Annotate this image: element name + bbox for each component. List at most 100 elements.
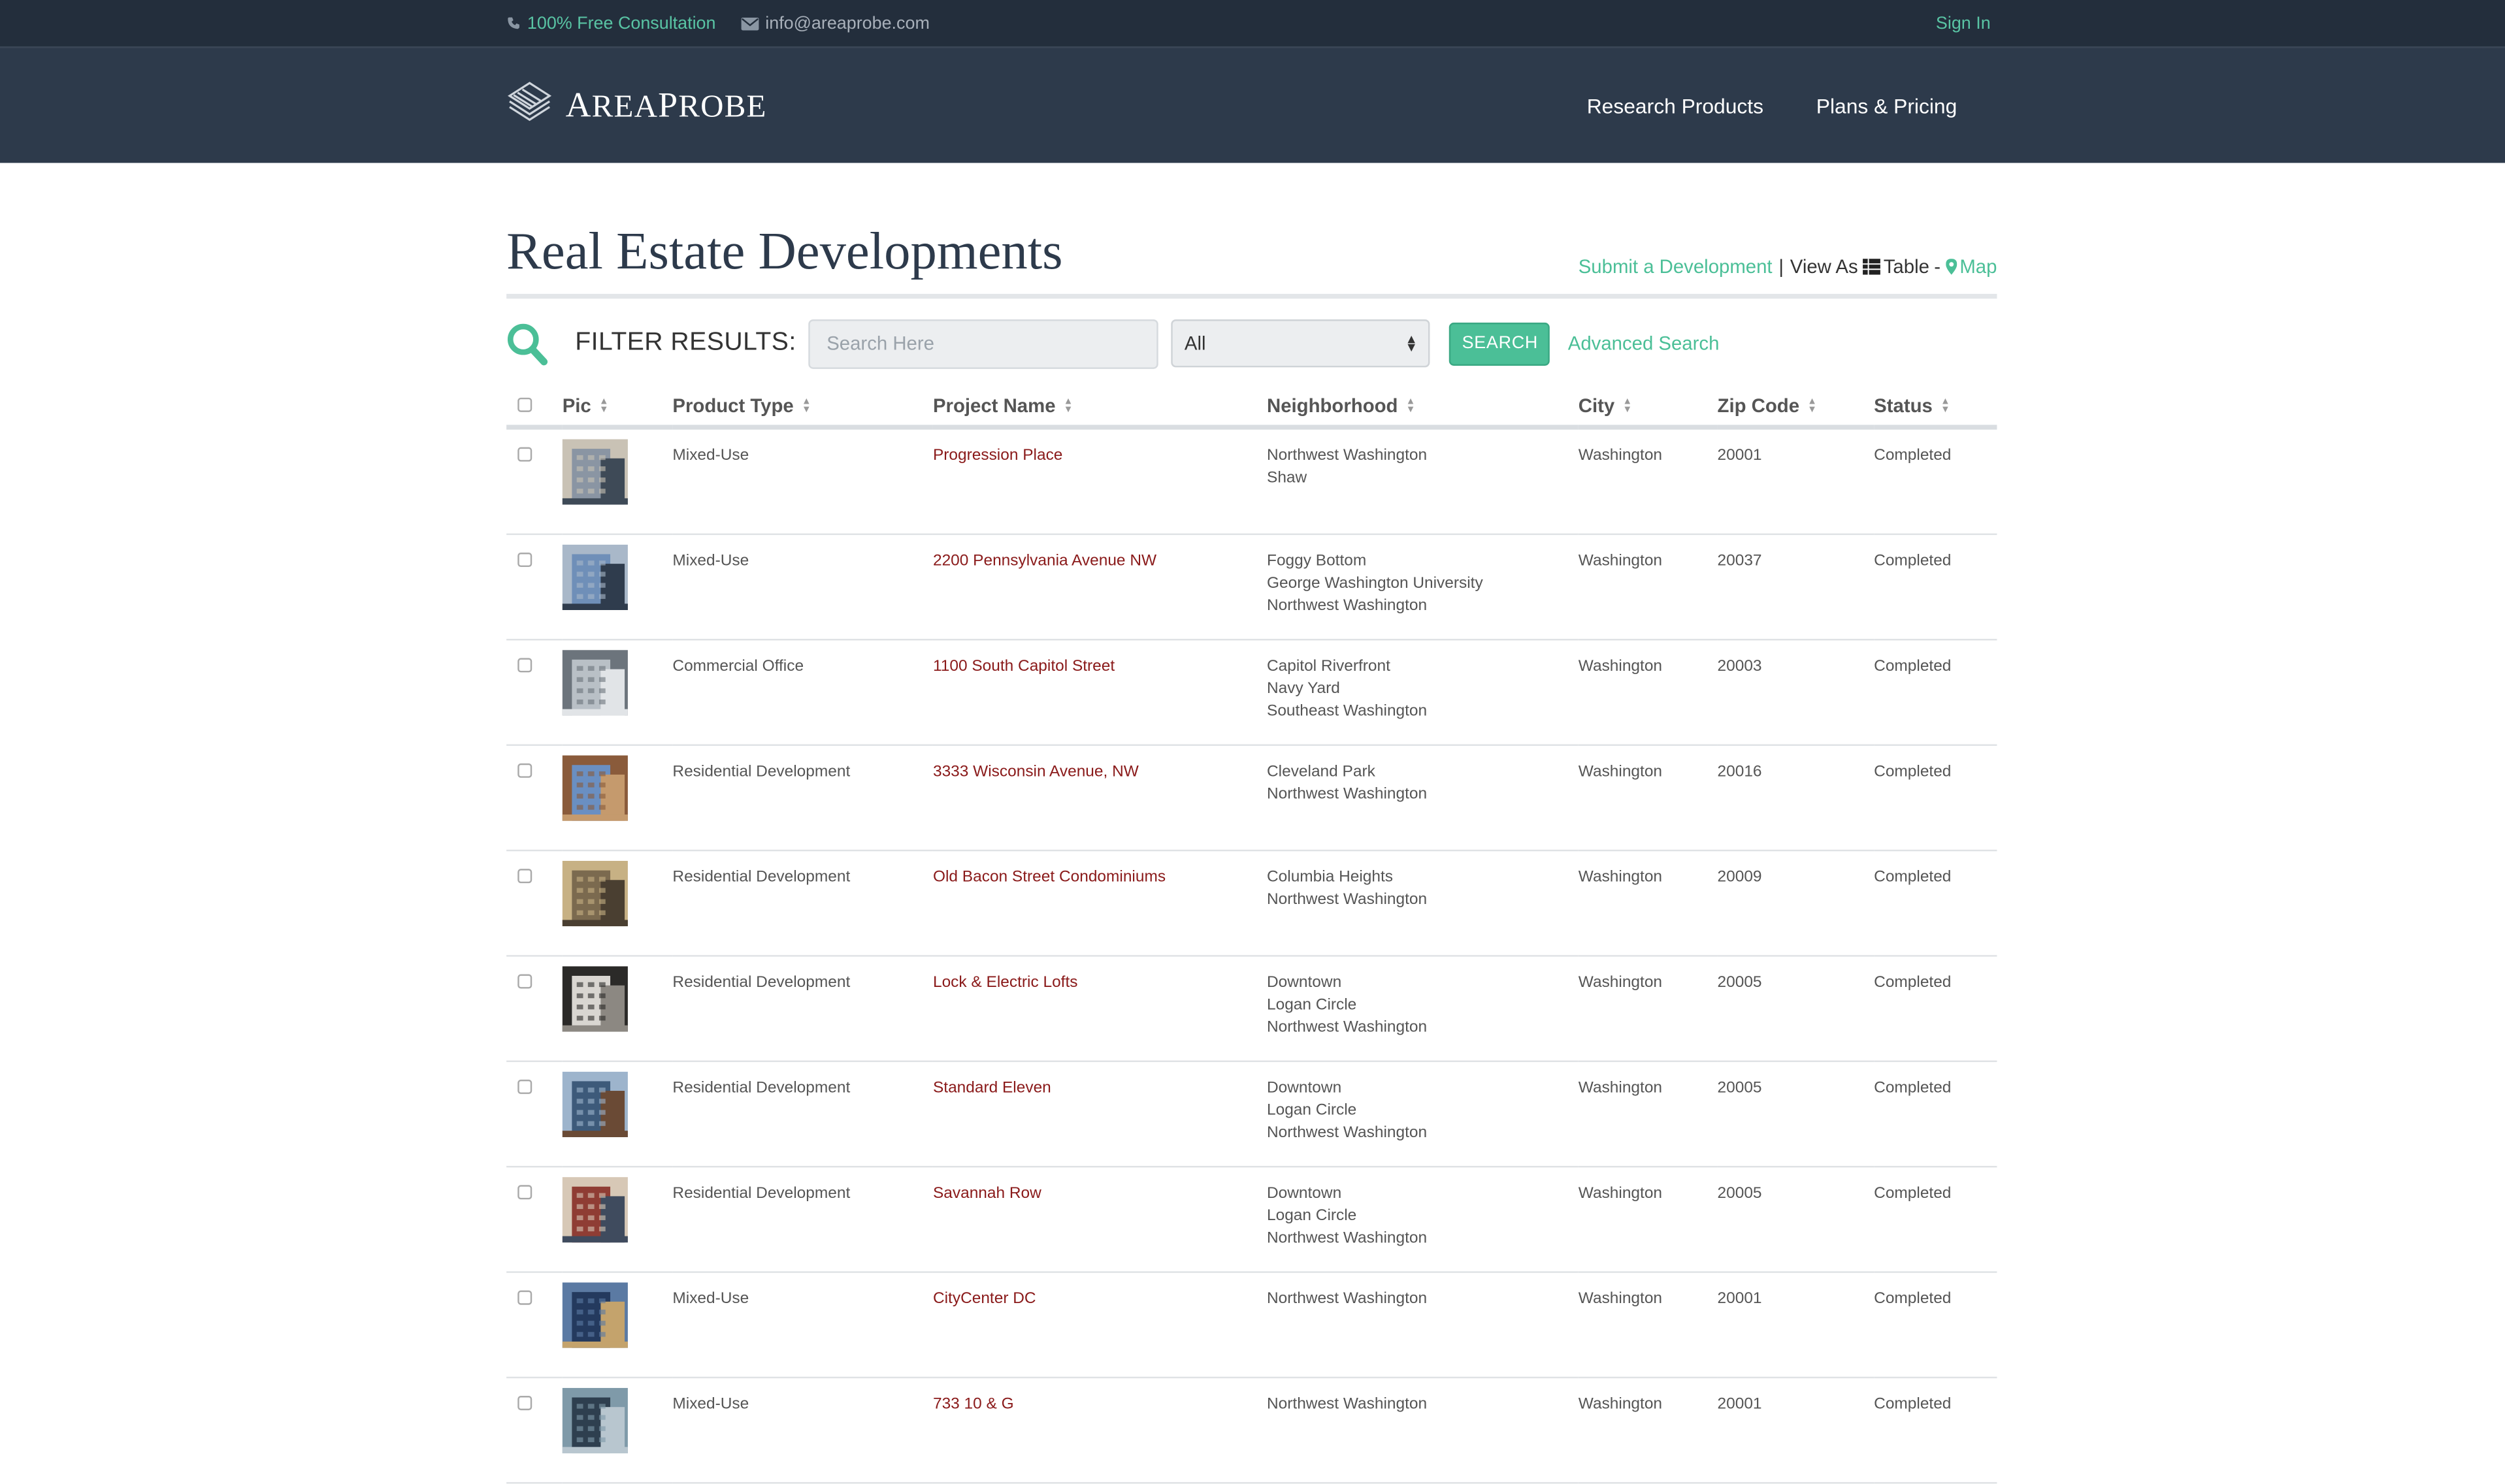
project-name-link[interactable]: 3333 Wisconsin Avenue, NW: [933, 764, 1139, 781]
view-map-option[interactable]: Map: [1945, 255, 1997, 278]
row-select-cell: [506, 639, 563, 746]
neighborhood-line: Northwest Washington: [1267, 891, 1428, 909]
product-type-cell: Commercial Office: [672, 639, 933, 746]
status-cell: Completed: [1874, 850, 1997, 957]
map-marker-icon: [1945, 259, 1957, 275]
sign-in-link[interactable]: Sign In: [1936, 14, 1997, 33]
phone-icon: [506, 16, 521, 30]
development-thumbnail[interactable]: [562, 1282, 628, 1348]
status-cell: Completed: [1874, 1377, 1997, 1484]
row-checkbox[interactable]: [517, 1290, 532, 1305]
category-select[interactable]: All ▲ ▼: [1171, 319, 1431, 368]
row-checkbox[interactable]: [517, 553, 532, 568]
sort-icon: ▲ ▼: [1940, 397, 1950, 415]
email-link[interactable]: info@areaprobe.com: [741, 13, 930, 33]
header-product-type[interactable]: Product Type ▲ ▼: [672, 386, 933, 430]
zip-code-cell: 20001: [1717, 1377, 1875, 1484]
project-name-link[interactable]: Progression Place: [933, 447, 1062, 465]
header-project-name[interactable]: Project Name ▲ ▼: [932, 386, 1268, 430]
table-row[interactable]: Mixed-Use 2200 Pennsylvania Avenue NW Fo…: [506, 534, 1997, 641]
table-row[interactable]: Mixed-Use CityCenter DC Northwest Washin…: [506, 1272, 1997, 1379]
advanced-search-link[interactable]: Advanced Search: [1568, 332, 1720, 355]
project-name-link[interactable]: Savannah Row: [933, 1185, 1041, 1202]
row-checkbox[interactable]: [517, 447, 532, 462]
consultation-link[interactable]: 100% Free Consultation: [506, 14, 715, 33]
sort-icon: ▲ ▼: [1622, 397, 1633, 415]
nav-plans-pricing[interactable]: Plans & Pricing: [1816, 93, 1957, 118]
row-select-cell: [506, 1272, 563, 1379]
table-row[interactable]: Residential Development 3333 Wisconsin A…: [506, 745, 1997, 852]
neighborhood-line: Downtown: [1267, 974, 1342, 992]
table-row[interactable]: Mixed-Use 733 10 & G Northwest Washingto…: [506, 1377, 1997, 1484]
zip-code-cell: 20005: [1717, 1167, 1875, 1273]
table-row[interactable]: Residential Development Old Bacon Street…: [506, 850, 1997, 957]
main-nav: Research Products Plans & Pricing: [1587, 93, 1957, 118]
row-select-cell: [506, 1167, 563, 1273]
status-cell: Completed: [1874, 427, 1997, 536]
project-name-link[interactable]: 733 10 & G: [933, 1396, 1014, 1413]
project-name-link[interactable]: Lock & Electric Lofts: [933, 975, 1078, 992]
project-name-link[interactable]: Old Bacon Street Condominiums: [933, 869, 1166, 886]
project-name-link[interactable]: Standard Eleven: [933, 1080, 1051, 1097]
neighborhood-line: Northwest Washington: [1267, 597, 1428, 615]
row-checkbox[interactable]: [517, 974, 532, 989]
development-thumbnail[interactable]: [562, 1387, 628, 1454]
neighborhood-cell: Northwest Washington Shaw: [1267, 427, 1579, 536]
select-all-checkbox[interactable]: [517, 397, 532, 412]
neighborhood-line: George Washington University: [1267, 575, 1483, 593]
filter-row: FILTER RESULTS: Search Here All ▲ ▼ SEARC…: [506, 316, 1997, 370]
thumbnail-cell: [562, 956, 673, 1063]
developments-table: Pic ▲ ▼ Product Type ▲ ▼ Project Name ▲ ▼ Neig…: [506, 386, 1997, 1484]
thumbnail-cell: [562, 534, 673, 641]
search-input[interactable]: Search Here: [809, 318, 1159, 368]
submit-development-link[interactable]: Submit a Development: [1579, 255, 1773, 278]
sort-icon: ▲ ▼: [1807, 397, 1817, 415]
table-row[interactable]: Commercial Office 1100 South Capitol Str…: [506, 639, 1997, 746]
development-thumbnail[interactable]: [562, 1071, 628, 1137]
table-row[interactable]: Residential Development Savannah Row Dow…: [506, 1167, 1997, 1273]
map-label: Map: [1959, 255, 1997, 278]
header-city[interactable]: City ▲ ▼: [1578, 386, 1718, 430]
development-thumbnail[interactable]: [562, 1177, 628, 1243]
neighborhood-line: Logan Circle: [1267, 996, 1357, 1014]
table-row[interactable]: Residential Development Lock & Electric …: [506, 956, 1997, 1063]
header-neighborhood[interactable]: Neighborhood ▲ ▼: [1267, 386, 1579, 430]
development-thumbnail[interactable]: [562, 860, 628, 927]
search-placeholder: Search Here: [827, 332, 934, 355]
row-checkbox[interactable]: [517, 1185, 532, 1200]
header-status[interactable]: Status ▲ ▼: [1874, 386, 1997, 430]
neighborhood-line: Foggy Bottom: [1267, 553, 1367, 570]
row-checkbox[interactable]: [517, 869, 532, 884]
email-text: info@areaprobe.com: [765, 13, 930, 33]
row-checkbox[interactable]: [517, 1079, 532, 1094]
project-name-cell: Progression Place: [932, 427, 1268, 536]
view-table-option[interactable]: Table: [1862, 255, 1929, 278]
development-thumbnail[interactable]: [562, 544, 628, 611]
thumbnail-cell: [562, 427, 673, 536]
project-name-link[interactable]: CityCenter DC: [933, 1291, 1036, 1308]
table-row[interactable]: Mixed-Use Progression Place Northwest Wa…: [506, 427, 1997, 536]
header-zip-code[interactable]: Zip Code ▲ ▼: [1717, 386, 1875, 430]
sort-icon: ▲ ▼: [598, 397, 609, 415]
view-options: Submit a Development | View As Table - M…: [1579, 255, 1997, 281]
development-thumbnail[interactable]: [562, 439, 628, 505]
neighborhood-cell: Foggy Bottom George Washington University…: [1267, 534, 1579, 641]
development-thumbnail[interactable]: [562, 650, 628, 716]
row-checkbox[interactable]: [517, 1396, 532, 1411]
development-thumbnail[interactable]: [562, 755, 628, 821]
neighborhood-line: Northwest Washington: [1267, 1019, 1428, 1037]
neighborhood-cell: Downtown Logan Circle Northwest Washington: [1267, 1061, 1579, 1168]
development-thumbnail[interactable]: [562, 966, 628, 1032]
project-name-link[interactable]: 1100 South Capitol Street: [933, 658, 1115, 675]
search-button[interactable]: SEARCH: [1449, 321, 1550, 365]
product-type-cell: Mixed-Use: [672, 427, 933, 536]
header-pic[interactable]: Pic ▲ ▼: [562, 386, 673, 430]
row-checkbox[interactable]: [517, 763, 532, 778]
table-row[interactable]: Residential Development Standard Eleven …: [506, 1061, 1997, 1168]
product-type-cell: Mixed-Use: [672, 534, 933, 641]
project-name-link[interactable]: 2200 Pennsylvania Avenue NW: [933, 553, 1156, 570]
nav-research-products[interactable]: Research Products: [1587, 93, 1763, 118]
row-checkbox[interactable]: [517, 658, 532, 673]
brand-name: AREAPROBE: [565, 84, 767, 125]
brand-logo[interactable]: AREAPROBE: [506, 80, 767, 131]
